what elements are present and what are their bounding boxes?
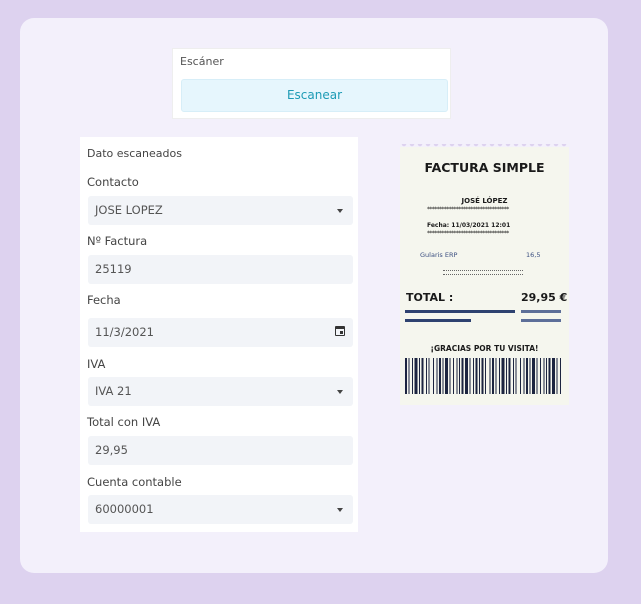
vat-value: IVA 21 <box>95 384 132 398</box>
receipt-date: Fecha: 11/03/2021 12:01 <box>427 222 511 229</box>
scanner-card: Escáner Escanear <box>172 48 451 119</box>
receipt-item-name: Gularis ERP <box>420 251 458 259</box>
total-value: 29,95 <box>95 443 128 457</box>
date-label: Fecha <box>87 293 121 307</box>
receipt-customer: JOSÉ LÓPEZ <box>461 197 508 205</box>
receipt-image: FACTURA SIMPLE JOSÉ LÓPEZ **************… <box>400 144 569 405</box>
total-field[interactable]: 29,95 <box>88 436 353 465</box>
receipt-title: FACTURA SIMPLE <box>424 160 545 175</box>
chevron-down-icon <box>337 508 343 512</box>
account-value: 60000001 <box>95 502 154 516</box>
receipt-thanks: ¡GRACIAS POR TU VISITA! <box>430 344 539 353</box>
contact-value: JOSE LOPEZ <box>95 203 163 217</box>
receipt-bar <box>521 319 561 322</box>
chevron-down-icon <box>337 390 343 394</box>
date-value: 11/3/2021 <box>95 325 154 339</box>
receipt-dash-divider <box>443 270 523 275</box>
receipt-item-price: 16,5 <box>526 251 541 259</box>
barcode-icon <box>405 358 561 394</box>
receipt-perforation <box>400 144 569 148</box>
receipt-total-value: 29,95 € <box>521 291 568 304</box>
date-field[interactable]: 11/3/2021 <box>88 318 353 347</box>
receipt-separator: ********************************** <box>427 206 509 213</box>
vat-label: IVA <box>87 357 106 371</box>
receipt-bar <box>405 319 471 322</box>
total-label: Total con IVA <box>87 415 161 429</box>
contact-label: Contacto <box>87 175 139 189</box>
calendar-icon[interactable] <box>335 326 345 336</box>
vat-select[interactable]: IVA 21 <box>88 377 353 406</box>
invoice-number-value: 25119 <box>95 262 132 276</box>
receipt-bar <box>405 310 515 313</box>
scanned-data-heading: Dato escaneados <box>87 147 182 160</box>
contact-select[interactable]: JOSE LOPEZ <box>88 196 353 225</box>
receipt-separator: ********************************** <box>427 230 509 237</box>
scanned-data-card: Dato escaneados Contacto JOSE LOPEZ Nº F… <box>80 137 358 532</box>
scan-button[interactable]: Escanear <box>181 79 448 112</box>
invoice-number-field[interactable]: 25119 <box>88 255 353 284</box>
chevron-down-icon <box>337 209 343 213</box>
receipt-total-label: TOTAL : <box>406 291 454 304</box>
scanner-title: Escáner <box>180 55 224 68</box>
account-label: Cuenta contable <box>87 475 182 489</box>
invoice-number-label: Nº Factura <box>87 234 148 248</box>
account-select[interactable]: 60000001 <box>88 495 353 524</box>
receipt-bar <box>521 310 561 313</box>
